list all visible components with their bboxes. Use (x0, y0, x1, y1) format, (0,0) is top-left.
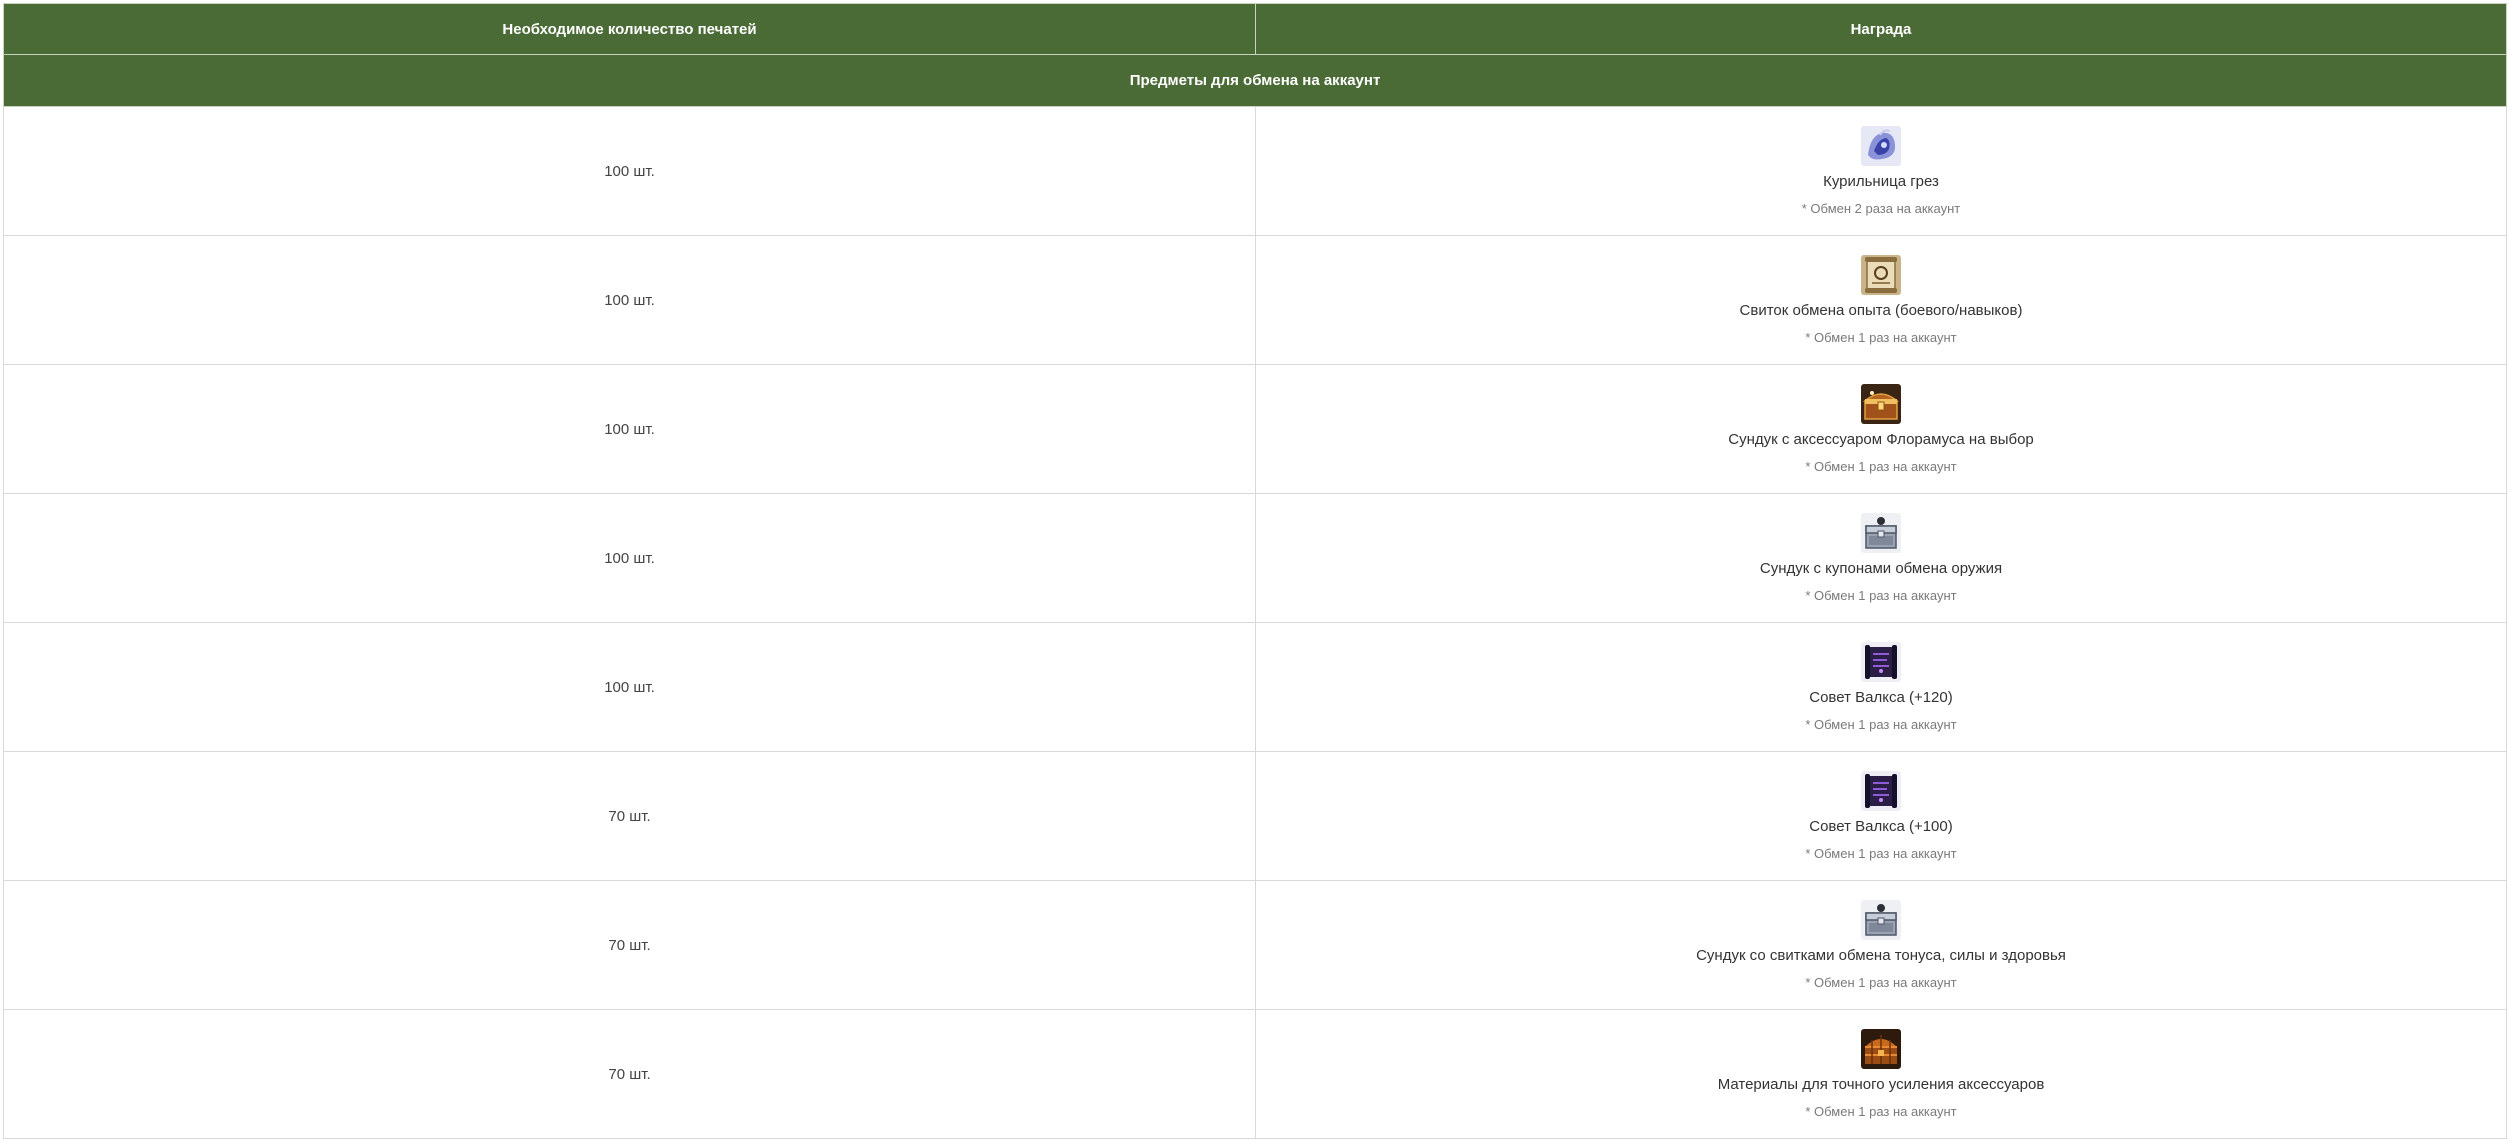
incense-burner-icon (1860, 125, 1902, 167)
seal-quantity: 100 шт. (3, 235, 1256, 365)
table-row: 100 шт. Курильница грез * Обмен 2 раза н… (3, 106, 2507, 236)
reward-cell: Совет Валкса (+100) * Обмен 1 раз на акк… (1255, 751, 2507, 881)
reward-note: * Обмен 1 раз на аккаунт (1805, 846, 1957, 861)
silver-chest-icon (1860, 899, 1902, 941)
rewards-table-container: Необходимое количество печатей Награда П… (3, 3, 2507, 1139)
reward-name: Совет Валкса (+100) (1809, 818, 1953, 835)
reward-name: Свиток обмена опыта (боевого/навыков) (1739, 302, 2023, 319)
table-row: 100 шт. Сундук с купонами обмена оружия … (3, 493, 2507, 623)
wooden-chest-icon (1860, 1028, 1902, 1070)
reward-cell: Свиток обмена опыта (боевого/навыков) * … (1255, 235, 2507, 365)
table-row: 70 шт. Совет Валкса (+100) * Обмен 1 раз… (3, 751, 2507, 881)
reward-name: Сундук с аксессуаром Флорамуса на выбор (1728, 431, 2034, 448)
section-row: Предметы для обмена на аккаунт (3, 54, 2507, 107)
reward-note: * Обмен 1 раз на аккаунт (1805, 1104, 1957, 1119)
reward-name: Курильница грез (1823, 173, 1939, 190)
reward-name: Сундук с купонами обмена оружия (1759, 560, 2003, 577)
rewards-table: Необходимое количество печатей Награда П… (3, 3, 2507, 1139)
reward-name: Материалы для точного усиления аксессуар… (1717, 1076, 2045, 1093)
golden-chest-icon (1860, 383, 1902, 425)
reward-cell: Курильница грез * Обмен 2 раза на аккаун… (1255, 106, 2507, 236)
dark-scroll-icon (1860, 770, 1902, 812)
reward-note: * Обмен 1 раз на аккаунт (1805, 717, 1957, 732)
seal-quantity: 100 шт. (3, 493, 1256, 623)
header-reward: Награда (1255, 3, 2507, 55)
reward-cell: Материалы для точного усиления аксессуар… (1255, 1009, 2507, 1139)
seal-quantity: 70 шт. (3, 1009, 1256, 1139)
reward-cell: Сундук с купонами обмена оружия * Обмен … (1255, 493, 2507, 623)
seal-quantity: 70 шт. (3, 751, 1256, 881)
reward-name: Сундук со свитками обмена тонуса, силы и… (1696, 947, 2066, 964)
table-header-row: Необходимое количество печатей Награда (3, 3, 2507, 55)
dark-scroll-icon (1860, 641, 1902, 683)
table-row: 100 шт. Сундук с аксессуаром Флорамуса н… (3, 364, 2507, 494)
reward-cell: Совет Валкса (+120) * Обмен 1 раз на акк… (1255, 622, 2507, 752)
reward-cell: Сундук с аксессуаром Флорамуса на выбор … (1255, 364, 2507, 494)
seal-quantity: 100 шт. (3, 364, 1256, 494)
table-row: 100 шт. Свиток обмена опыта (боевого/нав… (3, 235, 2507, 365)
table-row: 70 шт. Материалы для точного усиления ак… (3, 1009, 2507, 1139)
silver-chest-icon (1860, 512, 1902, 554)
seal-quantity: 100 шт. (3, 622, 1256, 752)
scroll-icon (1860, 254, 1902, 296)
reward-note: * Обмен 1 раз на аккаунт (1805, 588, 1957, 603)
reward-note: * Обмен 1 раз на аккаунт (1805, 975, 1957, 990)
header-seals-count: Необходимое количество печатей (3, 3, 1256, 55)
reward-name: Совет Валкса (+120) (1809, 689, 1953, 706)
seal-quantity: 70 шт. (3, 880, 1256, 1010)
reward-cell: Сундук со свитками обмена тонуса, силы и… (1255, 880, 2507, 1010)
table-row: 70 шт. Сундук со свитками обмена тонуса,… (3, 880, 2507, 1010)
reward-note: * Обмен 1 раз на аккаунт (1805, 330, 1957, 345)
reward-note: * Обмен 2 раза на аккаунт (1801, 201, 1961, 216)
table-row: 100 шт. Совет Валкса (+120) * Обмен 1 ра… (3, 622, 2507, 752)
reward-note: * Обмен 1 раз на аккаунт (1805, 459, 1957, 474)
seal-quantity: 100 шт. (3, 106, 1256, 236)
section-title: Предметы для обмена на аккаунт (3, 54, 2507, 107)
